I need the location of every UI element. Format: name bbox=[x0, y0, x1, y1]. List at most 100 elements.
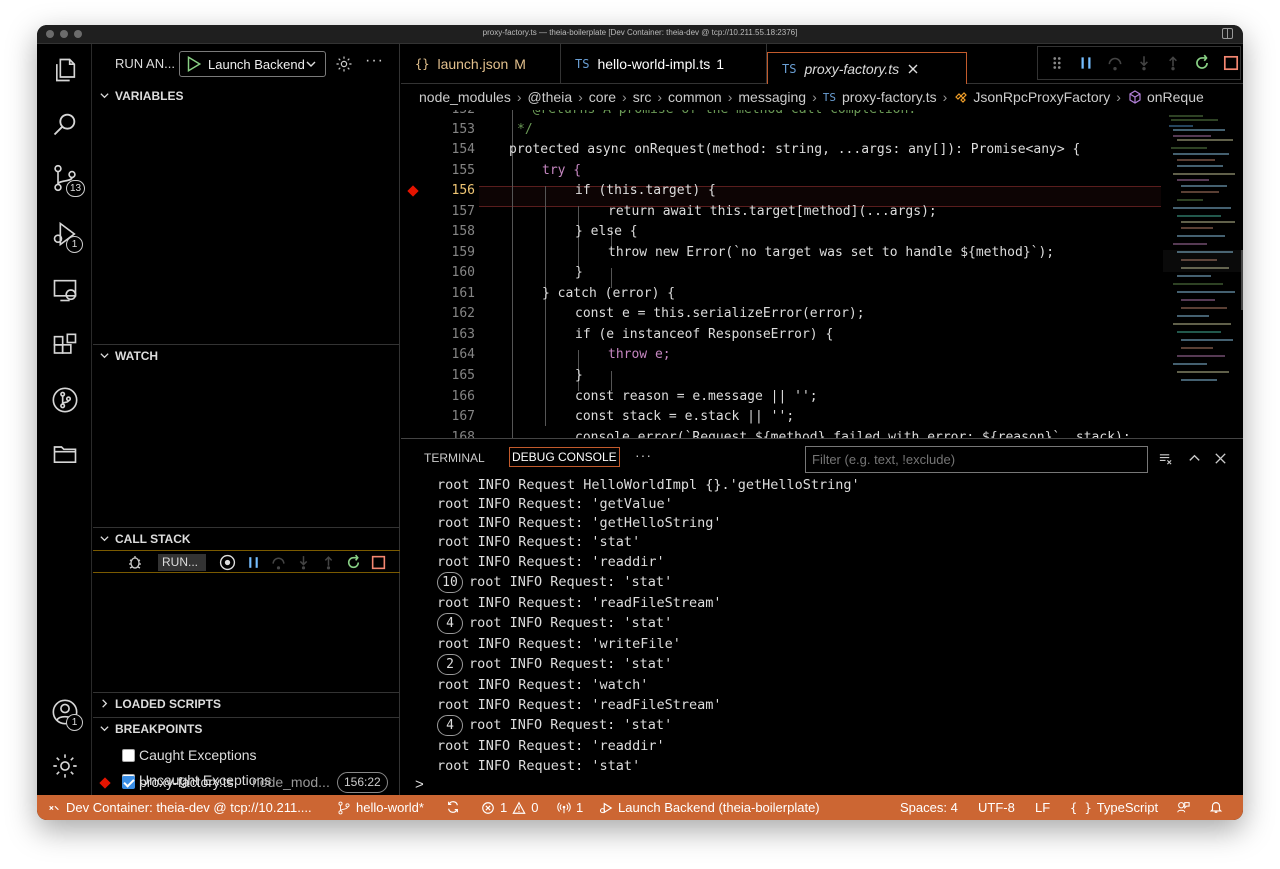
settings-gear-icon[interactable] bbox=[51, 752, 79, 780]
code-editor[interactable]: 152* @returns A promise of the method ca… bbox=[401, 110, 1161, 438]
chevron-down-icon bbox=[100, 536, 109, 542]
stop-icon[interactable] bbox=[1222, 54, 1240, 72]
pause-icon[interactable] bbox=[245, 554, 262, 571]
breakpoint-caught-exceptions[interactable]: Caught Exceptions bbox=[93, 744, 400, 768]
feedback-status[interactable] bbox=[1176, 800, 1190, 814]
step-over-icon[interactable] bbox=[1106, 54, 1124, 72]
start-debug-icon[interactable] bbox=[184, 55, 202, 73]
run-debug-badge: 1 bbox=[66, 236, 83, 253]
breakpoint-path: node_mod... bbox=[252, 774, 330, 790]
notifications-status[interactable] bbox=[1209, 800, 1223, 814]
tab-label: launch.json bbox=[437, 56, 509, 72]
title-bar: proxy-factory.ts — theia-boilerplate [De… bbox=[37, 25, 1243, 44]
branch-status[interactable]: hello-world* bbox=[337, 800, 424, 815]
step-out-icon[interactable] bbox=[320, 554, 337, 571]
call-stack-section-header[interactable]: CALL STACK bbox=[93, 527, 400, 549]
breadcrumb-item[interactable]: src bbox=[633, 89, 652, 105]
encoding-status[interactable]: UTF-8 bbox=[978, 800, 1015, 815]
focus-session-icon[interactable] bbox=[219, 554, 236, 571]
restart-icon[interactable] bbox=[1193, 54, 1211, 72]
tab-launch-json[interactable]: {} launch.json M bbox=[401, 44, 561, 84]
close-icon[interactable] bbox=[907, 63, 919, 75]
breadcrumb-item[interactable]: messaging bbox=[738, 89, 806, 105]
restart-icon[interactable] bbox=[345, 554, 362, 571]
watch-section-header[interactable]: WATCH bbox=[93, 344, 400, 366]
breadcrumb-class[interactable]: JsonRpcProxyFactory bbox=[973, 89, 1110, 105]
extensions-icon[interactable] bbox=[51, 332, 79, 360]
open-launch-json-gear-icon[interactable] bbox=[335, 55, 353, 73]
tab-hello-world-impl[interactable]: TS hello-world-impl.ts 1 bbox=[561, 44, 767, 84]
step-out-icon[interactable] bbox=[1164, 54, 1182, 72]
code-line: 161} catch (error) { bbox=[451, 286, 676, 301]
breadcrumb-item[interactable]: common bbox=[668, 89, 722, 105]
class-symbol-icon bbox=[955, 92, 968, 103]
debug-launch-status[interactable]: Launch Backend (theia-boilerplate) bbox=[599, 800, 820, 815]
braces-icon: { } bbox=[1070, 800, 1092, 815]
caught-exceptions-checkbox[interactable] bbox=[122, 749, 135, 762]
step-into-icon[interactable] bbox=[295, 554, 312, 571]
ports-status[interactable]: 1 bbox=[557, 800, 583, 815]
code-line: 165} bbox=[451, 368, 583, 383]
pause-icon[interactable] bbox=[1077, 54, 1095, 72]
breakpoint-proxy-factory[interactable]: proxy-factory.ts node_mod... 156:22 bbox=[93, 771, 400, 795]
variables-section-header[interactable]: VARIABLES bbox=[93, 85, 400, 107]
loaded-scripts-section-header[interactable]: LOADED SCRIPTS bbox=[93, 692, 400, 714]
encoding-label: UTF-8 bbox=[978, 800, 1015, 815]
console-input-prompt[interactable]: > bbox=[415, 776, 424, 793]
run-debug-icon[interactable]: 1 bbox=[51, 220, 83, 253]
search-icon[interactable] bbox=[51, 110, 79, 138]
launch-config-select[interactable]: Launch Backend bbox=[179, 51, 326, 77]
minimap[interactable] bbox=[1163, 110, 1243, 438]
remote-status-label: Dev Container: theia-dev @ tcp://10.211.… bbox=[66, 800, 312, 815]
maximize-panel-icon[interactable] bbox=[1187, 451, 1202, 466]
eol-label: LF bbox=[1035, 800, 1051, 815]
panel-more-button[interactable]: ··· bbox=[635, 447, 652, 463]
accounts-icon[interactable]: 1 bbox=[51, 698, 83, 731]
breakpoints-section-header[interactable]: BREAKPOINTS bbox=[93, 717, 400, 739]
console-line: root INFO Request: 'stat' bbox=[437, 758, 641, 774]
clear-console-icon[interactable] bbox=[1158, 451, 1173, 466]
language-status[interactable]: { } TypeScript bbox=[1070, 800, 1158, 815]
stop-icon[interactable] bbox=[370, 554, 387, 571]
sync-status[interactable] bbox=[446, 800, 460, 814]
layout-icon[interactable] bbox=[1222, 28, 1233, 39]
call-stack-session-row[interactable]: RUN... bbox=[93, 550, 400, 573]
breadcrumb-item[interactable]: core bbox=[589, 89, 616, 105]
console-filter-input[interactable] bbox=[805, 446, 1148, 473]
git-graph-icon[interactable] bbox=[51, 386, 79, 414]
explorer-icon[interactable] bbox=[51, 56, 79, 84]
remote-status[interactable]: Dev Container: theia-dev @ tcp://10.211.… bbox=[47, 800, 312, 815]
method-symbol-icon bbox=[1129, 90, 1141, 104]
breakpoint-label: Caught Exceptions bbox=[139, 747, 257, 763]
step-over-icon[interactable] bbox=[270, 554, 287, 571]
tab-debug-console[interactable]: DEBUG CONSOLE bbox=[509, 447, 620, 467]
variables-title: VARIABLES bbox=[115, 89, 184, 103]
breakpoint-line-badge: 156:22 bbox=[337, 772, 388, 793]
tab-proxy-factory[interactable]: TS proxy-factory.ts bbox=[767, 52, 967, 84]
folders-icon[interactable] bbox=[51, 440, 79, 468]
window-title: proxy-factory.ts — theia-boilerplate [De… bbox=[482, 28, 798, 37]
code-line: 152* @returns A promise of the method ca… bbox=[401, 110, 1161, 120]
more-actions-button[interactable]: ··· bbox=[365, 52, 384, 70]
source-control-badge: 13 bbox=[66, 180, 86, 197]
breadcrumb-file[interactable]: proxy-factory.ts bbox=[842, 89, 937, 105]
error-count: 1 bbox=[500, 800, 508, 815]
debug-console-output[interactable]: root INFO Request HelloWorldImpl {}.'get… bbox=[401, 475, 1243, 775]
step-into-icon[interactable] bbox=[1135, 54, 1153, 72]
breadcrumb-item[interactable]: @theia bbox=[528, 89, 573, 105]
debug-sidebar: RUN AN... Launch Backend ··· VARIABLES W… bbox=[93, 44, 400, 795]
source-control-icon[interactable]: 13 bbox=[51, 164, 86, 197]
proxy-factory-breakpoint-checkbox[interactable] bbox=[122, 776, 135, 789]
drag-handle-icon[interactable] bbox=[1048, 54, 1066, 72]
close-panel-icon[interactable] bbox=[1213, 451, 1228, 466]
problems-status[interactable]: 1 0 bbox=[481, 800, 538, 815]
ports-count: 1 bbox=[576, 800, 584, 815]
remote-explorer-icon[interactable] bbox=[51, 276, 79, 304]
repeat-count-badge: 4 bbox=[437, 714, 463, 736]
tab-terminal[interactable]: TERMINAL bbox=[424, 451, 485, 465]
indentation-status[interactable]: Spaces: 4 bbox=[900, 800, 958, 815]
breadcrumb-item[interactable]: node_modules bbox=[419, 89, 511, 105]
eol-status[interactable]: LF bbox=[1035, 800, 1050, 815]
breadcrumb-method[interactable]: onReque bbox=[1147, 89, 1204, 105]
code-line: 157 return await this.target[method](...a… bbox=[451, 204, 937, 219]
